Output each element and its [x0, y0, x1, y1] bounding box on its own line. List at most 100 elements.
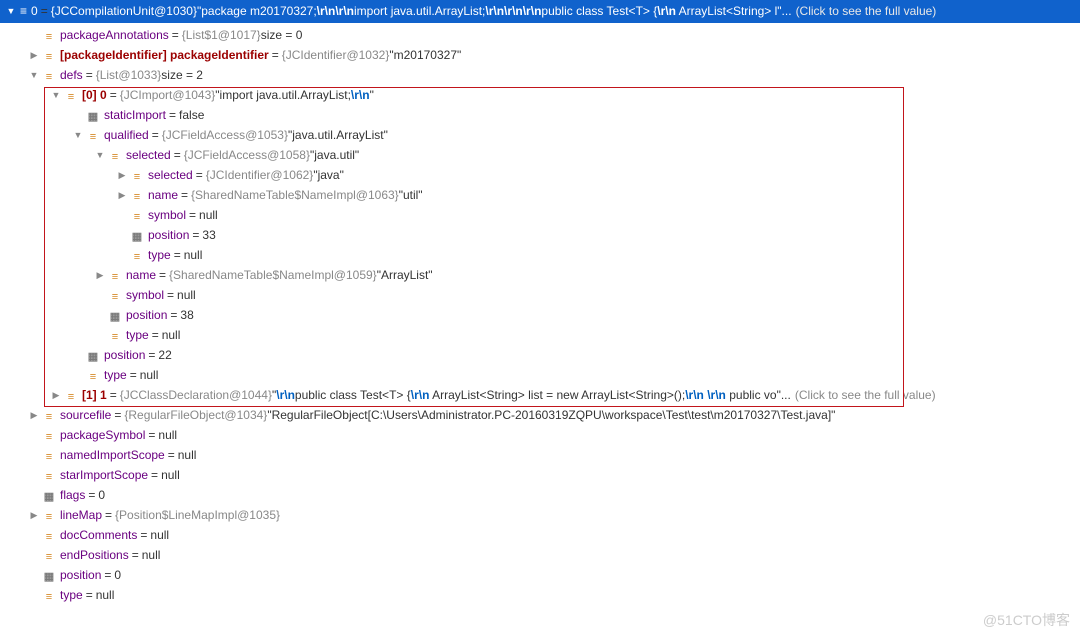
- field-name: selected: [126, 146, 171, 165]
- tree-row[interactable]: position = 0: [0, 565, 1080, 585]
- equals-sign: =: [132, 546, 139, 565]
- field-value: null: [199, 206, 218, 225]
- equals-sign: =: [174, 246, 181, 265]
- tree-row[interactable]: ▶[1] 1 = {JCClassDeclaration@1044} "\r\n…: [0, 385, 1080, 405]
- field-value: 38: [180, 306, 193, 325]
- object-ref: {SharedNameTable$NameImpl@1063}: [191, 186, 399, 205]
- field-name: packageAnnotations: [60, 26, 169, 45]
- field-icon: [42, 549, 56, 561]
- field-value: null: [140, 366, 159, 385]
- collapse-toggle[interactable]: ▼: [72, 128, 84, 142]
- tree-row[interactable]: docComments = null: [0, 525, 1080, 545]
- field-icon: [64, 89, 78, 101]
- field-name: type: [148, 246, 171, 265]
- equals-sign: =: [174, 146, 181, 165]
- full-value-hint[interactable]: (Click to see the full value): [796, 2, 937, 21]
- equals-sign: =: [192, 226, 199, 245]
- equals-sign: =: [159, 266, 166, 285]
- object-ref: {Position$LineMapImpl@1035}: [115, 506, 280, 525]
- tree-row[interactable]: position = 33: [0, 225, 1080, 245]
- tree-row[interactable]: ▶[packageIdentifier] packageIdentifier =…: [0, 45, 1080, 65]
- tree-row[interactable]: ▶name = {SharedNameTable$NameImpl@1063} …: [0, 185, 1080, 205]
- tree-row[interactable]: packageAnnotations = {List$1@1017} size …: [0, 25, 1080, 45]
- field-value: "util": [399, 186, 423, 205]
- expand-toggle[interactable]: ▶: [28, 508, 40, 522]
- object-ref: {JCFieldAccess@1053}: [162, 126, 288, 145]
- field-name: [1] 1: [82, 386, 107, 405]
- object-ref: {JCIdentifier@1062}: [206, 166, 314, 185]
- field-icon: [42, 29, 56, 41]
- expand-toggle[interactable]: ▶: [28, 48, 40, 62]
- field-value: "\r\npublic class Test<T> {\r\n ArrayLis…: [272, 386, 791, 405]
- field-name: name: [126, 266, 156, 285]
- tree-row[interactable]: position = 38: [0, 305, 1080, 325]
- collapse-toggle[interactable]: ▼: [50, 88, 62, 102]
- equals-sign: =: [170, 306, 177, 325]
- expand-toggle[interactable]: ▶: [50, 388, 62, 402]
- equals-sign: =: [114, 406, 121, 425]
- field-value: null: [158, 426, 177, 445]
- field-value: null: [184, 246, 203, 265]
- tree-row[interactable]: packageSymbol = null: [0, 425, 1080, 445]
- expand-toggle[interactable]: ▶: [28, 408, 40, 422]
- tree-row[interactable]: endPositions = null: [0, 545, 1080, 565]
- field-icon: [86, 129, 100, 141]
- root-index: 0: [31, 2, 38, 21]
- tree-row[interactable]: position = 22: [0, 345, 1080, 365]
- tree-row[interactable]: ▶lineMap = {Position$LineMapImpl@1035}: [0, 505, 1080, 525]
- equals-sign: =: [130, 366, 137, 385]
- collapse-toggle[interactable]: ▼: [28, 68, 40, 82]
- object-ref: {JCImport@1043}: [120, 86, 216, 105]
- expand-toggle[interactable]: ▶: [116, 188, 128, 202]
- field-value: 22: [158, 346, 171, 365]
- tree-row[interactable]: type = null: [0, 245, 1080, 265]
- field-value: null: [178, 446, 197, 465]
- full-value-hint[interactable]: (Click to see the full value): [795, 386, 936, 405]
- tree-row[interactable]: ▶selected = {JCIdentifier@1062} "java": [0, 165, 1080, 185]
- equals-sign: =: [189, 206, 196, 225]
- tree-row[interactable]: type = null: [0, 585, 1080, 605]
- tree-row[interactable]: ▼defs = {List@1033} size = 2: [0, 65, 1080, 85]
- field-value: "RegularFileObject[C:\Users\Administrato…: [267, 406, 835, 425]
- collapse-toggle[interactable]: ▼: [94, 148, 106, 162]
- equals-sign: =: [168, 446, 175, 465]
- field-value: "java.util.ArrayList": [288, 126, 388, 145]
- tree-row[interactable]: symbol = null: [0, 205, 1080, 225]
- primitive-icon: [86, 349, 100, 361]
- tree-row[interactable]: ▶name = {SharedNameTable$NameImpl@1059} …: [0, 265, 1080, 285]
- tree-row[interactable]: symbol = null: [0, 285, 1080, 305]
- tree-root-row[interactable]: ▼ ≡ 0 = {JCCompilationUnit@1030} "packag…: [0, 0, 1080, 23]
- field-value: size = 2: [161, 66, 203, 85]
- expand-toggle[interactable]: ▶: [116, 168, 128, 182]
- field-name: defs: [60, 66, 83, 85]
- tree-row[interactable]: ▼selected = {JCFieldAccess@1058} "java.u…: [0, 145, 1080, 165]
- root-value: "package m20170327;\r\n\r\nimport java.u…: [197, 2, 792, 21]
- field-icon: [42, 509, 56, 521]
- field-icon: [42, 49, 56, 61]
- field-name: sourcefile: [60, 406, 111, 425]
- tree-row[interactable]: flags = 0: [0, 485, 1080, 505]
- field-name: staticImport: [104, 106, 166, 125]
- tree-row[interactable]: ▼qualified = {JCFieldAccess@1053} "java.…: [0, 125, 1080, 145]
- equals-sign: =: [140, 526, 147, 545]
- field-icon: ≡: [20, 2, 27, 21]
- tree-row[interactable]: ▼[0] 0 = {JCImport@1043} "import java.ut…: [0, 85, 1080, 105]
- expand-toggle[interactable]: ▼: [6, 4, 16, 18]
- tree-row[interactable]: type = null: [0, 325, 1080, 345]
- field-name: endPositions: [60, 546, 129, 565]
- field-name: name: [148, 186, 178, 205]
- equals-sign: =: [152, 126, 159, 145]
- tree-row[interactable]: staticImport = false: [0, 105, 1080, 125]
- object-ref: {RegularFileObject@1034}: [124, 406, 267, 425]
- field-name: lineMap: [60, 506, 102, 525]
- field-icon: [130, 209, 144, 221]
- field-name: position: [126, 306, 167, 325]
- tree-row[interactable]: ▶ sourcefile = {RegularFileObject@1034} "…: [0, 405, 1080, 425]
- expand-toggle[interactable]: ▶: [94, 268, 106, 282]
- tree-row[interactable]: type = null: [0, 365, 1080, 385]
- field-icon: [42, 449, 56, 461]
- tree-row[interactable]: starImportScope = null: [0, 465, 1080, 485]
- tree-row[interactable]: namedImportScope = null: [0, 445, 1080, 465]
- object-ref: {JCIdentifier@1032}: [282, 46, 390, 65]
- field-value: false: [179, 106, 204, 125]
